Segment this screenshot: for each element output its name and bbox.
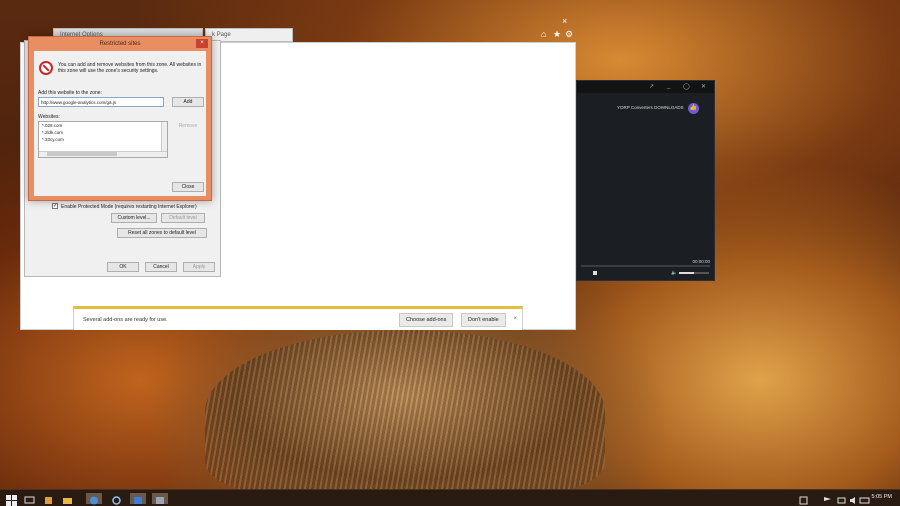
volume-slider[interactable] xyxy=(679,272,709,274)
dialog-title: Restricted sites xyxy=(99,41,141,47)
media-progress-bar[interactable] xyxy=(581,265,710,267)
search-icon[interactable] xyxy=(24,493,35,504)
list-item[interactable]: *.33cy.com xyxy=(42,137,64,142)
file-explorer-icon[interactable] xyxy=(62,493,73,504)
volume-icon[interactable]: 🔈 xyxy=(671,270,677,276)
addons-notification-bar: Several add-ons are ready for use. Choos… xyxy=(73,306,523,330)
media-player-window: ↗ _ ◯ ✕ YORP Converters DOWNLOADS 👍 00:0… xyxy=(576,80,715,281)
restricted-icon xyxy=(39,61,53,75)
maximize-icon[interactable]: ◯ xyxy=(683,83,690,90)
custom-level-button[interactable]: Custom level... xyxy=(111,213,157,223)
remove-button[interactable]: Remove xyxy=(172,121,204,131)
website-url-input[interactable]: http://www.google-analytics.com/ga.js xyxy=(38,97,164,107)
protected-mode-checkbox[interactable]: ✓ xyxy=(52,203,58,209)
minimize-icon[interactable]: _ xyxy=(667,83,670,89)
cancel-button[interactable]: Cancel xyxy=(145,262,177,272)
browser-toolbar-icons: × ⌂ ★ ⚙ xyxy=(538,16,578,42)
start-icon[interactable] xyxy=(6,493,17,506)
store-icon[interactable] xyxy=(130,493,146,504)
ok-button[interactable]: OK xyxy=(107,262,139,272)
list-horizontal-scrollbar[interactable] xyxy=(39,151,167,157)
dialog-body: You can add and remove websites from thi… xyxy=(34,51,206,196)
chrome-icon[interactable] xyxy=(86,493,102,505)
dont-enable-button[interactable]: Don't enable xyxy=(461,313,506,327)
close-icon[interactable]: × xyxy=(513,316,517,322)
websites-list[interactable]: *.028.com *.2ldk.com *.33cy.com xyxy=(38,121,168,158)
taskbar: 5:05 PM xyxy=(0,489,900,506)
volume-level xyxy=(679,272,694,274)
keyboard-icon[interactable] xyxy=(859,493,870,504)
home-icon[interactable]: ⌂ xyxy=(541,29,546,39)
task-view-icon[interactable] xyxy=(43,493,54,504)
notification-message: Several add-ons are ready for use. xyxy=(83,317,168,323)
media-player-titlebar: ↗ _ ◯ ✕ xyxy=(577,81,714,93)
dialog-titlebar[interactable]: Restricted sites × xyxy=(29,37,211,51)
choose-addons-button[interactable]: Choose add-ons xyxy=(399,313,454,327)
app-icon[interactable] xyxy=(152,493,168,504)
restricted-sites-dialog: Restricted sites × You can add and remov… xyxy=(28,36,212,201)
media-track-title: YORP Converters DOWNLOADS xyxy=(617,105,684,110)
scrollbar-thumb[interactable] xyxy=(47,152,117,156)
protected-mode-label: Enable Protected Mode (requires restarti… xyxy=(61,204,197,210)
gear-icon[interactable]: ⚙ xyxy=(565,29,573,40)
add-website-label: Add this website to the zone: xyxy=(38,90,102,96)
favorites-star-icon[interactable]: ★ xyxy=(553,29,561,40)
add-button[interactable]: Add xyxy=(172,97,204,107)
flag-icon[interactable] xyxy=(822,493,833,504)
volume-icon[interactable] xyxy=(848,493,859,504)
close-button[interactable]: Close xyxy=(172,182,204,192)
wallpaper-fur xyxy=(205,330,605,495)
list-item[interactable]: *.2ldk.com xyxy=(42,130,63,135)
default-level-button[interactable]: Default level xyxy=(161,213,205,223)
pin-icon[interactable]: ↗ xyxy=(649,83,654,90)
network-icon[interactable] xyxy=(836,493,847,504)
websites-label: Websites: xyxy=(38,114,60,120)
apply-button[interactable]: Apply xyxy=(183,262,215,272)
taskbar-clock[interactable]: 5:05 PM xyxy=(872,494,892,500)
list-item[interactable]: *.028.com xyxy=(42,123,62,128)
ie-icon[interactable] xyxy=(111,493,122,505)
background-tab-label: k Page xyxy=(212,32,231,38)
thumbs-up-icon[interactable]: 👍 xyxy=(688,103,699,114)
stop-icon[interactable] xyxy=(593,271,597,275)
dialog-close-button[interactable]: × xyxy=(196,39,208,48)
close-icon[interactable]: × xyxy=(562,16,567,26)
notification-icon[interactable] xyxy=(798,493,809,505)
description-line-2: this zone will use the zone's security s… xyxy=(58,68,159,74)
close-icon[interactable]: ✕ xyxy=(701,83,706,90)
media-time: 00:00:00 xyxy=(692,259,710,264)
reset-all-zones-button[interactable]: Reset all zones to default level xyxy=(117,228,207,238)
